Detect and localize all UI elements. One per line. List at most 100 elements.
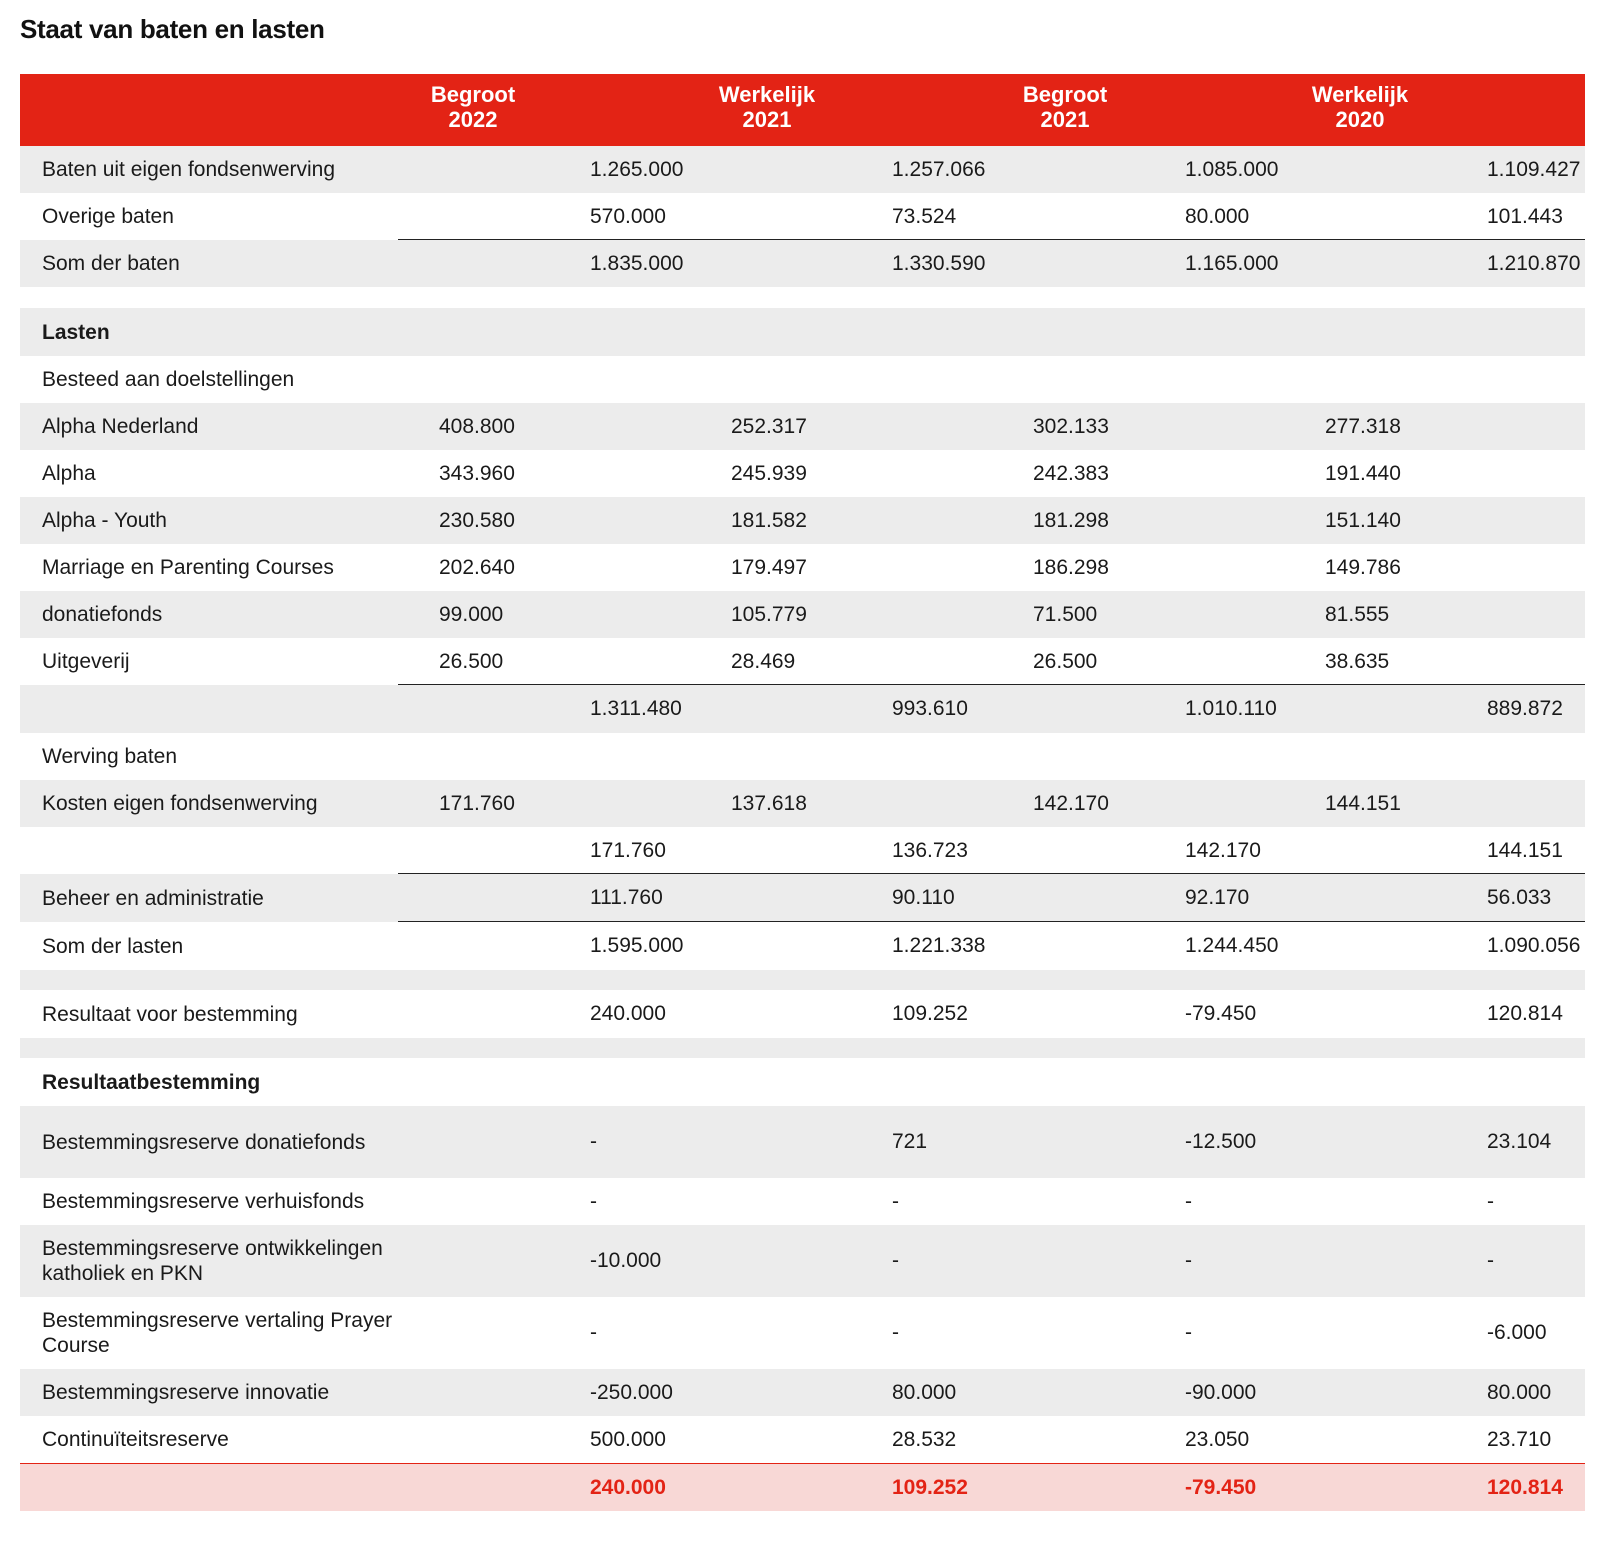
value-cell: - (1487, 1249, 1494, 1272)
value-cell: 101.443 (1487, 204, 1563, 228)
value-cell: 408.800 (439, 414, 515, 438)
value-cell: 1.109.427 (1487, 157, 1581, 181)
value-cell: 1.010.110 (1185, 697, 1277, 720)
value-cell: 240.000 (590, 1475, 666, 1499)
row-label: Bestemmingsreserve verhuisfonds (42, 1190, 365, 1213)
row-label: Bestemmingsreserve vertaling Prayer Cour… (42, 1309, 393, 1357)
value-cell: 136.723 (892, 838, 968, 862)
row-som-lasten: Som der lasten 1.595.000 1.221.338 1.244.45… (20, 922, 1585, 970)
row-resultaat: Resultaat voor bestemming 240.000 109.252 -… (20, 990, 1585, 1038)
value-cell: -12.500 (1185, 1130, 1257, 1153)
row-final-total: 240.000 109.252 -79.450 120.814 (20, 1463, 1585, 1511)
column-header-begroot-2021: Begroot 2021 (1022, 82, 1108, 132)
value-cell: - (590, 1189, 597, 1213)
value-cell: 105.779 (731, 602, 807, 626)
row-doel: Alpha - Youth 230.580 181.582 181.298 151.14… (20, 497, 1585, 544)
row-label: Marriage en Parenting Courses (42, 556, 334, 579)
value-cell: 151.140 (1325, 508, 1401, 532)
value-cell: 26.500 (1033, 649, 1098, 673)
value-cell: 1.085.000 (1185, 157, 1279, 181)
value-cell: 137.618 (731, 791, 807, 815)
row-kosten-fondsenwerving: Kosten eigen fondsenwerving 171.760 137.61… (20, 780, 1585, 827)
row-beheer: Beheer en administratie 111.760 90.110 92.1… (20, 874, 1585, 922)
row-doel: donatiefonds 99.000 105.779 71.500 81.555 (20, 591, 1585, 638)
value-cell: 570.000 (590, 204, 666, 228)
value-cell: 202.640 (439, 555, 515, 579)
value-cell: 71.500 (1033, 602, 1098, 626)
column-header-begroot-2022: Begroot 2022 (430, 82, 516, 132)
row-label: Besteed aan doelstellingen (42, 368, 295, 391)
value-cell: 80.000 (892, 1380, 957, 1404)
value-cell: -79.450 (1185, 1475, 1257, 1499)
spacer (20, 287, 1585, 308)
value-cell: 1.835.000 (590, 251, 684, 275)
value-cell: 1.330.590 (892, 251, 986, 275)
value-cell: 120.814 (1487, 1475, 1563, 1499)
value-cell: 242.383 (1033, 461, 1109, 485)
value-cell: 73.524 (892, 204, 957, 228)
value-cell: 500.000 (590, 1427, 666, 1451)
section-resultaatbestemming: Resultaatbestemming (20, 1058, 1585, 1106)
value-cell: 1.265.000 (590, 157, 684, 181)
row-bestemming: Bestemmingsreserve innovatie -250.000 80.0… (20, 1369, 1585, 1416)
value-cell: 109.252 (892, 1002, 968, 1025)
value-cell: 181.582 (731, 508, 807, 532)
value-cell: 1.165.000 (1185, 251, 1279, 275)
value-cell: 889.872 (1487, 697, 1563, 720)
value-cell: 181.298 (1033, 508, 1109, 532)
row-overige-baten: Overige baten 570.000 73.524 80.000 101.443 (20, 193, 1585, 240)
row-label: Alpha (42, 462, 96, 485)
row-label: Continuïteitsreserve (42, 1428, 229, 1451)
divider-line (398, 873, 1585, 874)
value-cell: 1.244.450 (1185, 934, 1279, 957)
value-cell: 92.170 (1185, 886, 1250, 909)
row-bestemming: Bestemmingsreserve vertaling Prayer Cour… (20, 1297, 1585, 1369)
value-cell: - (1185, 1249, 1192, 1272)
value-cell: 1.090.056 (1487, 934, 1581, 957)
value-cell: 111.760 (590, 886, 663, 909)
value-cell: 81.555 (1325, 602, 1390, 626)
row-label: Resultaat voor bestemming (42, 1002, 298, 1026)
value-cell: 1.311.480 (590, 697, 682, 720)
value-cell: 1.221.338 (892, 934, 986, 957)
row-label: Bestemmingsreserve ontwikkelingen kathol… (42, 1237, 383, 1285)
row-doel: Alpha Nederland 408.800 252.317 302.133 277.… (20, 403, 1585, 450)
page-title: Staat van baten en lasten (20, 14, 325, 44)
divider-line (398, 684, 1585, 685)
divider-line (398, 239, 1585, 240)
value-cell: 80.000 (1185, 204, 1250, 228)
value-cell: 1.595.000 (590, 934, 684, 957)
row-bestemming: Bestemmingsreserve verhuisfonds - - - - (20, 1178, 1585, 1225)
value-cell: 230.580 (439, 508, 515, 532)
value-cell: 721 (892, 1130, 928, 1153)
spacer (20, 970, 1585, 990)
row-label: Alpha - Youth (42, 509, 167, 532)
value-cell: 80.000 (1487, 1380, 1552, 1404)
row-label: Beheer en administratie (42, 886, 264, 910)
value-cell: -250.000 (590, 1380, 673, 1404)
row-werving-heading: Werving baten (20, 733, 1585, 780)
value-cell: 343.960 (439, 461, 515, 485)
value-cell: - (590, 1321, 597, 1344)
value-cell: -90.000 (1185, 1380, 1257, 1404)
value-cell: - (892, 1321, 899, 1344)
row-label: Alpha Nederland (42, 415, 199, 438)
value-cell: 240.000 (590, 1002, 666, 1025)
value-cell: - (1487, 1189, 1494, 1213)
row-bestemming: Continuïteitsreserve 500.000 28.532 23.050 2… (20, 1416, 1585, 1463)
row-label: Bestemmingsreserve innovatie (42, 1381, 330, 1404)
value-cell: 171.760 (590, 838, 666, 862)
row-bestemming: Bestemmingsreserve ontwikkelingen kathol… (20, 1225, 1585, 1297)
value-cell: - (892, 1249, 899, 1272)
value-cell: 120.814 (1487, 1002, 1563, 1025)
row-label: donatiefonds (42, 603, 163, 626)
row-label: Uitgeverij (42, 650, 130, 673)
value-cell: 993.610 (892, 697, 968, 720)
value-cell: -10.000 (590, 1249, 662, 1272)
column-header-werkelijk-2020: Werkelijk 2020 (1311, 82, 1409, 132)
value-cell: -6.000 (1487, 1321, 1547, 1344)
value-cell: 252.317 (731, 414, 807, 438)
row-som-baten: Som der baten 1.835.000 1.330.590 1.165.000… (20, 240, 1585, 287)
value-cell: 245.939 (731, 461, 807, 485)
row-bestemming: Bestemmingsreserve donatiefonds - 721 -12.5… (20, 1106, 1585, 1178)
